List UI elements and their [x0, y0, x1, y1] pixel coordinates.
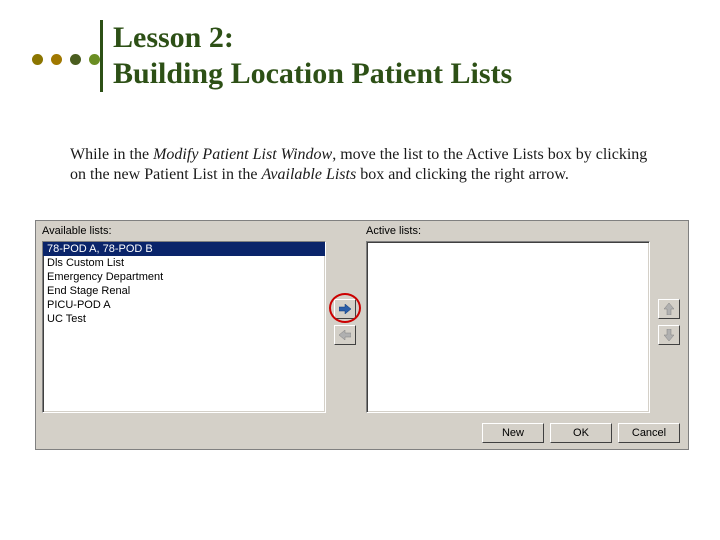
list-item[interactable]: End Stage Renal [43, 284, 325, 298]
dialog-action-buttons: New OK Cancel [482, 423, 680, 443]
available-lists-label: Available lists: [42, 225, 112, 237]
move-left-button[interactable] [334, 325, 356, 345]
bullet-dot [51, 54, 62, 65]
new-button[interactable]: New [482, 423, 544, 443]
order-buttons [658, 299, 682, 351]
move-down-button[interactable] [658, 325, 680, 345]
arrow-left-icon [339, 330, 351, 340]
text-segment: box and clicking the right arrow. [356, 166, 569, 183]
list-item[interactable]: UC Test [43, 312, 325, 326]
move-right-button[interactable] [334, 299, 356, 319]
transfer-buttons [334, 299, 358, 351]
text-segment: While in the [70, 146, 153, 163]
cancel-button[interactable]: Cancel [618, 423, 680, 443]
title-line-1: Lesson 2: [113, 21, 234, 54]
list-item[interactable]: 78-POD A, 78-POD B [43, 242, 325, 256]
available-lists-box[interactable]: 78-POD A, 78-POD B Dls Custom List Emerg… [42, 241, 326, 413]
modify-patient-list-dialog: Available lists: Active lists: 78-POD A,… [35, 220, 689, 450]
list-item[interactable]: PICU-POD A [43, 298, 325, 312]
title-line-2: Building Location Patient Lists [113, 57, 512, 90]
page-title: Lesson 2: Building Location Patient List… [113, 20, 512, 92]
text-emphasis: Modify Patient List Window [153, 146, 332, 163]
active-lists-label: Active lists: [366, 225, 421, 237]
slide-header: Lesson 2: Building Location Patient List… [100, 20, 512, 92]
bullet-dot [70, 54, 81, 65]
active-lists-box[interactable] [366, 241, 650, 413]
decorative-bullets [32, 54, 100, 65]
arrow-down-icon [664, 329, 674, 341]
arrow-right-icon [339, 304, 351, 314]
bullet-dot [89, 54, 100, 65]
instruction-text: While in the Modify Patient List Window,… [70, 145, 660, 185]
text-emphasis: Available Lists [262, 166, 357, 183]
arrow-up-icon [664, 303, 674, 315]
list-item[interactable]: Emergency Department [43, 270, 325, 284]
bullet-dot [32, 54, 43, 65]
list-item[interactable]: Dls Custom List [43, 256, 325, 270]
move-up-button[interactable] [658, 299, 680, 319]
ok-button[interactable]: OK [550, 423, 612, 443]
